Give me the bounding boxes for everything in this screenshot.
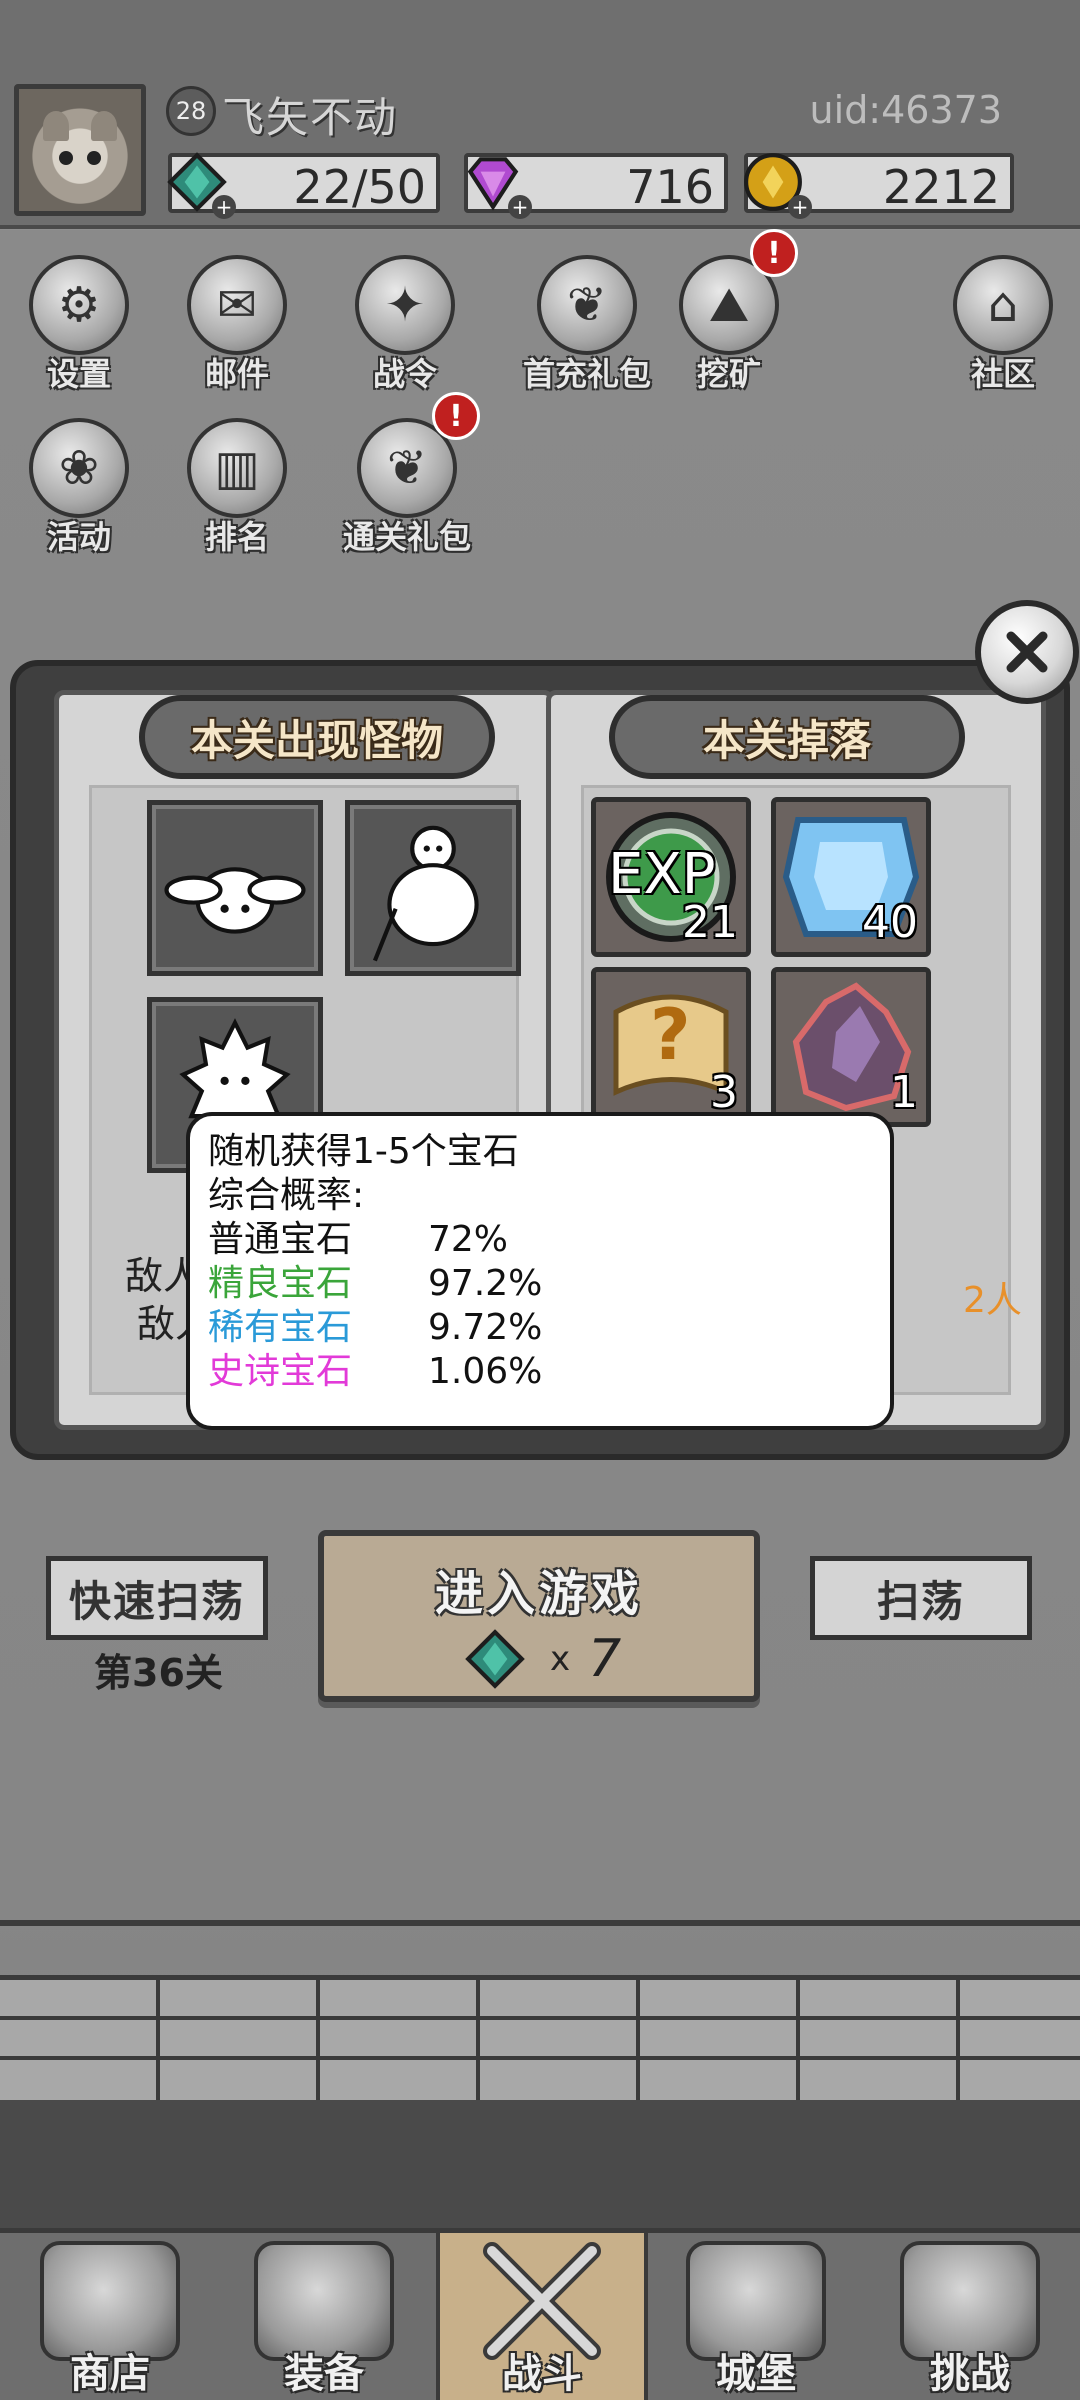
nav-shop[interactable]: 商店 xyxy=(10,2233,210,2400)
probability-row: 稀有宝石 9.72% xyxy=(208,1307,543,1348)
tooltip-line: 综合概率: xyxy=(208,1175,365,1216)
nav-castle[interactable]: 城堡 xyxy=(656,2233,856,2400)
drop-item-exp[interactable]: EXP 21 xyxy=(591,797,751,957)
enemy-count-suffix: 2人 xyxy=(963,1280,1022,1321)
level-badge: 28 xyxy=(166,86,216,136)
add-gold-icon[interactable]: + xyxy=(788,195,812,219)
probability-row: 史诗宝石 1.06% xyxy=(208,1351,543,1392)
monster-slot[interactable] xyxy=(147,800,323,976)
envelope-icon: ✉ xyxy=(187,255,287,355)
add-diamond-icon[interactable]: + xyxy=(508,195,532,219)
settings-button[interactable]: ⚙ 设置 xyxy=(14,255,144,405)
mail-button[interactable]: ✉ 邮件 xyxy=(172,255,302,405)
stone-floor xyxy=(0,2100,1080,2228)
sweep-button[interactable]: 扫荡 xyxy=(810,1556,1032,1640)
ranking-button[interactable]: ▥ 排名 xyxy=(172,418,302,568)
brute-monster-icon xyxy=(372,825,479,962)
mining-button[interactable]: ⛰ 挖矿 ! xyxy=(664,229,798,405)
add-stamina-icon[interactable]: + xyxy=(212,195,236,219)
nav-challenge[interactable]: 挑战 xyxy=(870,2233,1070,2400)
gear-icon: ⚙ xyxy=(29,255,129,355)
drops-title: 本关掉落 xyxy=(609,695,965,779)
avatar[interactable] xyxy=(14,84,146,216)
laurel-icon: ❀ xyxy=(29,418,129,518)
first-recharge-button[interactable]: ❦ 首充礼包 xyxy=(502,255,672,405)
nav-battle[interactable]: 战斗 xyxy=(436,2233,648,2400)
monster-slot[interactable] xyxy=(345,800,521,976)
clear-gift-notification-badge: ! xyxy=(432,392,480,440)
nav-equipment[interactable]: 装备 xyxy=(224,2233,424,2400)
ground-line xyxy=(0,1920,1080,1926)
game-screen: 28 飞矢不动 uid:46373 + 22/50 + 716 + 2212 ⚙… xyxy=(0,0,1080,2400)
gold-value: 2212 xyxy=(882,160,1000,214)
uid-label: uid:46373 xyxy=(809,88,1002,132)
stage-label: 第36关 xyxy=(94,1651,223,1695)
enter-game-button[interactable]: 进入游戏 x 7 xyxy=(318,1530,760,1702)
rabbit-monster-icon xyxy=(164,867,306,934)
podium-icon: ▥ xyxy=(187,418,287,518)
stamina-value: 22/50 xyxy=(293,160,426,214)
quick-sweep-button[interactable]: 快速扫荡 xyxy=(46,1556,268,1640)
community-button[interactable]: ⌂ 社区 xyxy=(938,255,1068,405)
probability-row: 精良宝石 97.2% xyxy=(208,1263,543,1304)
gem-drop-tooltip: 随机获得1-5个宝石 综合概率: 普通宝石 72% 精良宝石 97.2% 稀有宝… xyxy=(186,1112,894,1430)
drop-item-crystal[interactable]: 1 xyxy=(771,967,931,1127)
battle-pass-button[interactable]: ✦ 战令 xyxy=(340,255,470,405)
home-icon: ⌂ xyxy=(953,255,1053,355)
green-gem-icon xyxy=(465,1629,525,1689)
gift-bag-icon: ❦ xyxy=(537,255,637,355)
username: 飞矢不动 xyxy=(222,93,399,142)
monsters-title: 本关出现怪物 xyxy=(139,695,495,779)
clear-gift-button[interactable]: ❦ 通关礼包 ! xyxy=(332,392,482,568)
drop-item-scroll[interactable]: ? 3 xyxy=(591,967,751,1127)
stamina-counter[interactable]: + 22/50 xyxy=(167,152,440,219)
diamond-value: 716 xyxy=(626,160,714,214)
drop-item-blue-gem[interactable]: 40 xyxy=(771,797,931,957)
diamond-counter[interactable]: + 716 xyxy=(464,153,728,219)
tooltip-line: 随机获得1-5个宝石 xyxy=(208,1131,519,1172)
top-bar: 28 飞矢不动 uid:46373 + 22/50 + 716 + 2212 xyxy=(0,0,1080,229)
bottom-nav: 商店 装备 战斗 城堡 挑战 xyxy=(0,2228,1080,2400)
activity-button[interactable]: ❀ 活动 xyxy=(14,418,144,568)
gold-counter[interactable]: + 2212 xyxy=(744,153,1014,219)
probability-row: 普通宝石 72% xyxy=(208,1219,509,1260)
entry-cost: x 7 xyxy=(464,1628,621,1690)
brick-wall xyxy=(0,1975,1080,2105)
close-button[interactable] xyxy=(975,600,1079,704)
crystal-ball-icon: ✦ xyxy=(355,255,455,355)
mining-notification-badge: ! xyxy=(750,229,798,277)
close-icon xyxy=(1006,631,1048,673)
